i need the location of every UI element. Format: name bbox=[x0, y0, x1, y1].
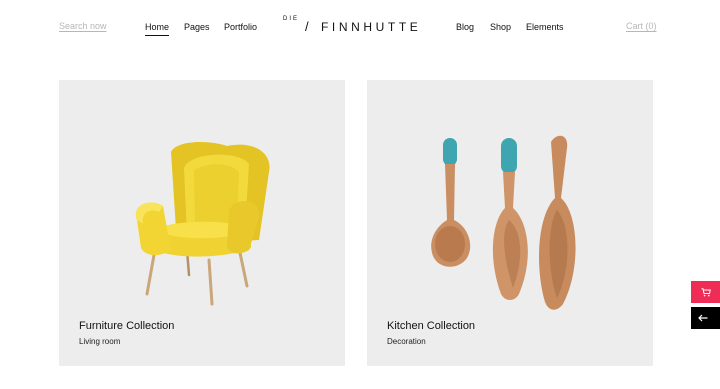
nav-pages[interactable]: Pages bbox=[184, 22, 210, 32]
cart-link[interactable]: Cart (0) bbox=[626, 21, 657, 31]
logo-name: FINNHUTTE bbox=[321, 20, 422, 34]
side-cart-button[interactable] bbox=[691, 281, 720, 303]
nav-elements[interactable]: Elements bbox=[526, 22, 564, 32]
logo-prefix: DIE bbox=[283, 16, 300, 22]
arrow-left-icon bbox=[698, 314, 708, 322]
card-subtitle: Living room bbox=[79, 337, 121, 346]
kitchen-collection-card[interactable]: Kitchen Collection Decoration bbox=[367, 80, 653, 366]
site-header: Search now Home Pages Portfolio DIE / FI… bbox=[0, 0, 720, 56]
card-title[interactable]: Kitchen Collection bbox=[387, 320, 475, 332]
search-link[interactable]: Search now bbox=[59, 21, 107, 31]
furniture-collection-card[interactable]: Furniture Collection Living room bbox=[59, 80, 345, 366]
logo-slash: / bbox=[305, 19, 309, 34]
nav-blog[interactable]: Blog bbox=[456, 22, 474, 32]
nav-home[interactable]: Home bbox=[145, 22, 170, 36]
nav-shop[interactable]: Shop bbox=[490, 22, 511, 32]
card-title[interactable]: Furniture Collection bbox=[79, 320, 174, 332]
side-back-button[interactable] bbox=[691, 307, 720, 329]
cart-icon bbox=[701, 287, 711, 296]
card-subtitle: Decoration bbox=[387, 337, 426, 346]
nav-portfolio[interactable]: Portfolio bbox=[224, 22, 257, 32]
